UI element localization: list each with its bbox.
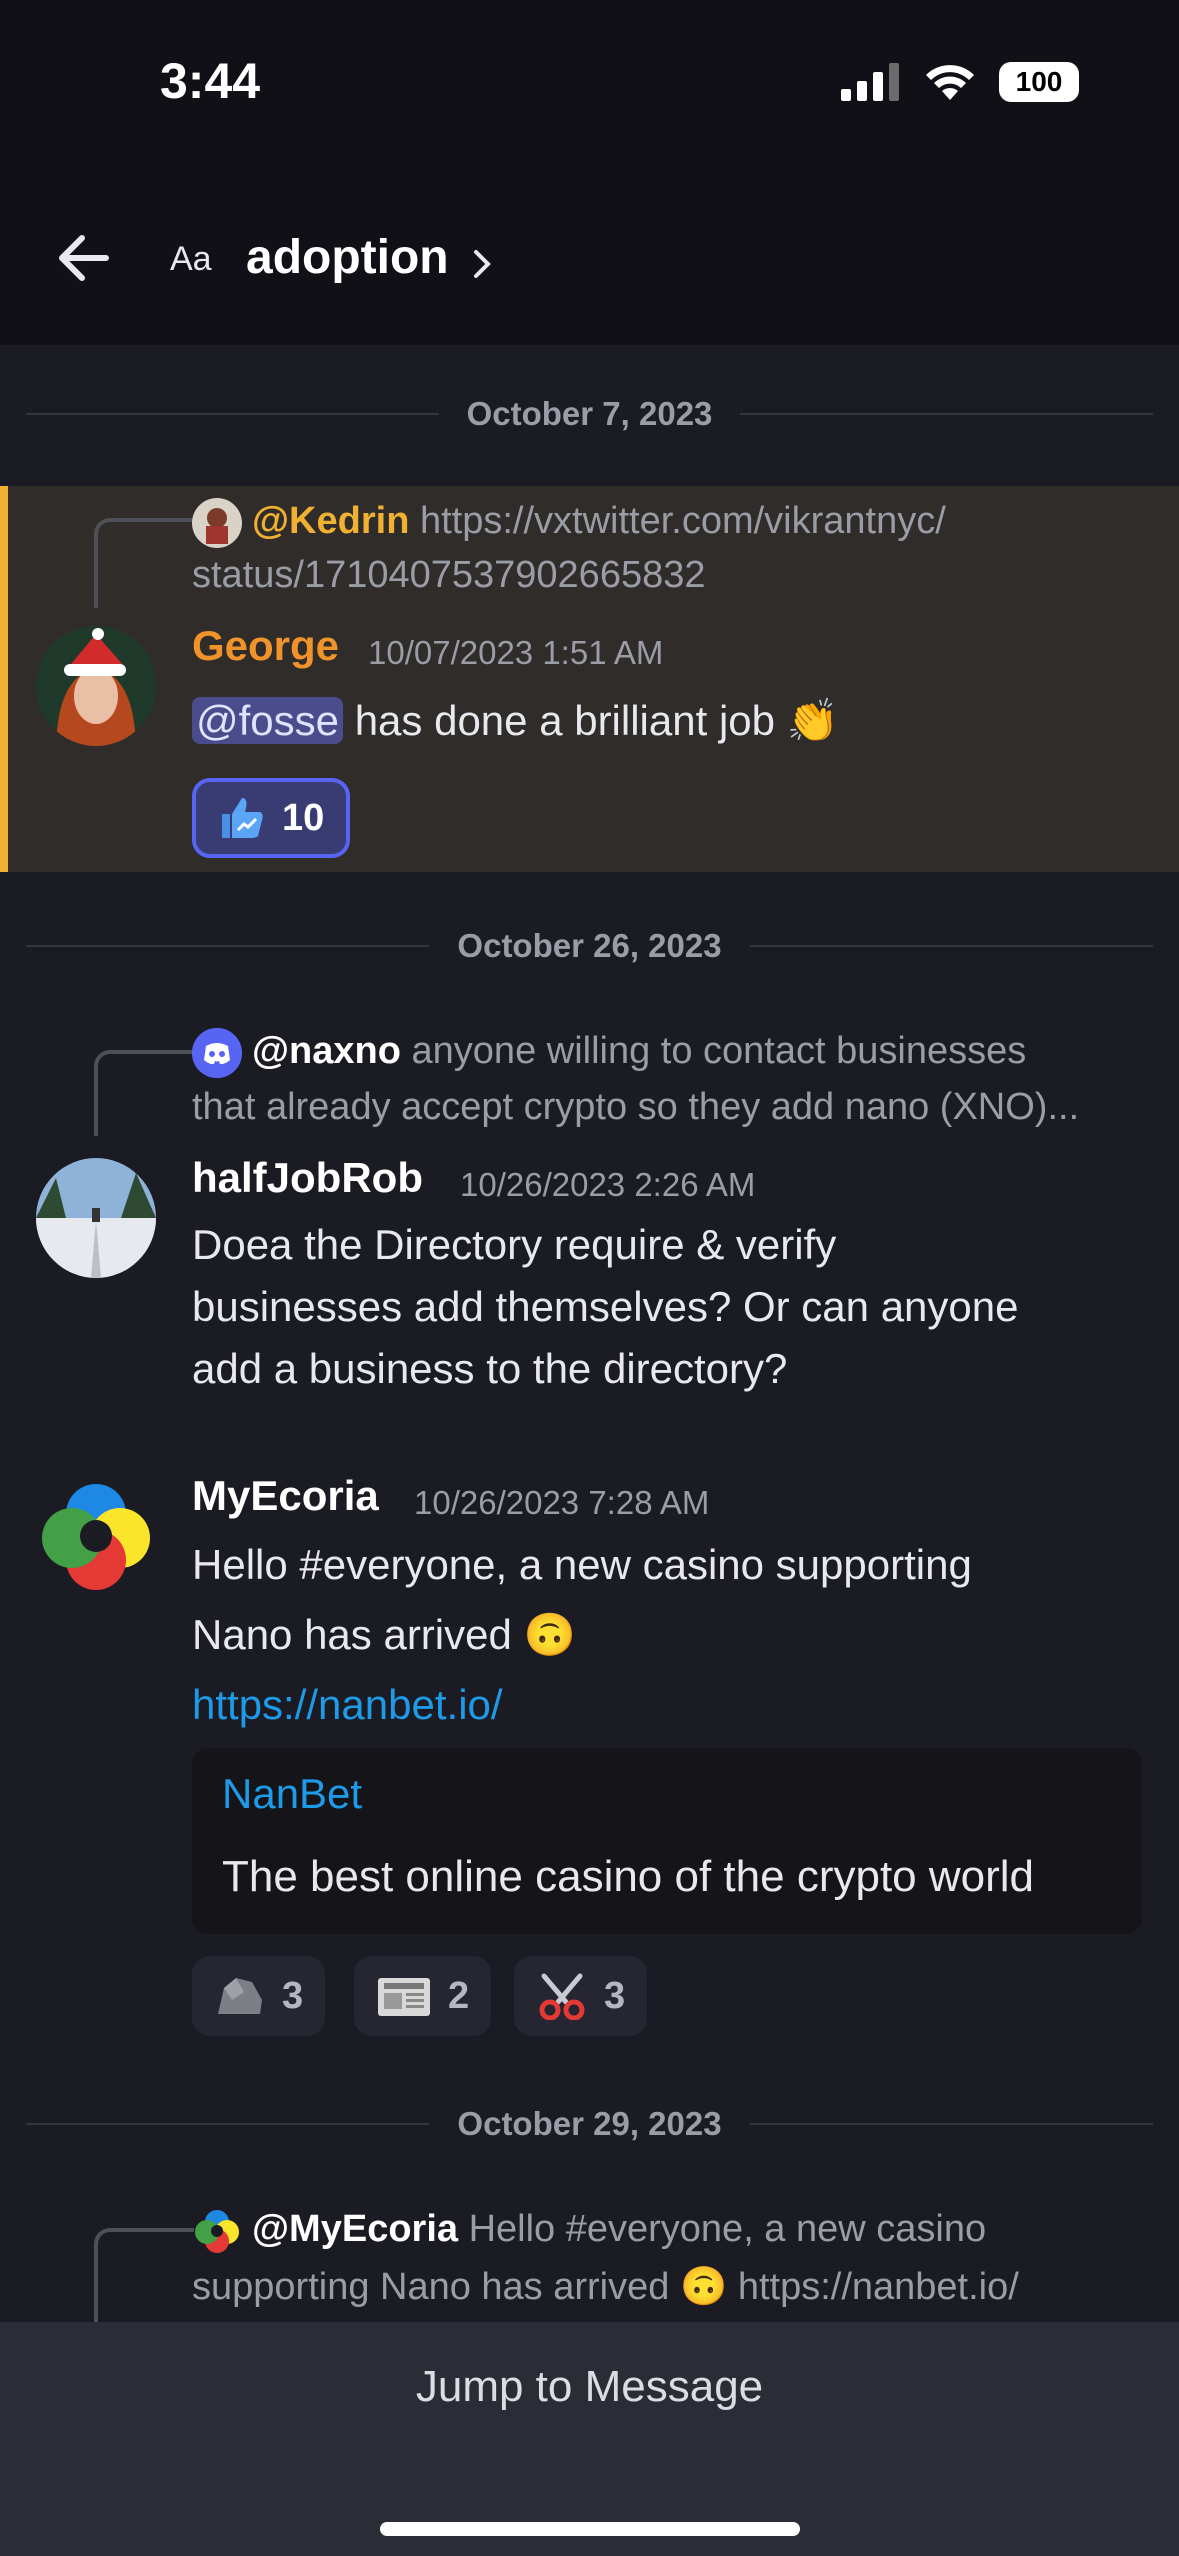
message-line: add a business to the directory? [192,1345,788,1392]
battery-indicator: 100 [999,62,1079,102]
reply-author: @Kedrin [252,500,410,542]
embed-title[interactable]: NanBet [222,1770,362,1818]
kedrin-avatar [192,497,242,548]
rock-icon [218,1978,262,2014]
message-line: Nano has arrived 🙃 [192,1611,576,1658]
date-label: October 26, 2023 [457,927,722,964]
reply-text-continued: that already accept crypto so they add n… [192,1086,1080,1128]
text-channel-icon: Aa [170,240,212,278]
date-label: October 7, 2023 [466,395,713,432]
top-bar: 3:44 100 Aa adoption [0,0,1179,345]
george-avatar[interactable] [36,626,156,746]
user-mention[interactable]: @fosse [192,697,344,744]
reaction-count: 2 [448,1974,470,2017]
reaction-scissors[interactable]: 3 [514,1956,648,2036]
home-indicator[interactable] [380,2522,800,2536]
reply-author: @naxno [252,1030,401,1072]
reply-preview[interactable]: @MyEcoria Hello #everyone, a new casino [192,2202,986,2256]
reply-preview[interactable]: @naxno anyone willing to contact busines… [192,1024,1026,1078]
message-line: Hello #everyone, a new casino supporting [192,1541,972,1588]
message-timestamp: 10/26/2023 2:26 AM [460,1166,756,1203]
wifi-icon [926,65,974,100]
halfjobrob-avatar[interactable] [36,1158,156,1278]
link-embed[interactable]: NanBet The best online casino of the cry… [192,1748,1142,1934]
reaction-count: 3 [282,1974,304,2017]
newspaper-icon [378,1978,430,2016]
reply-text: Hello #everyone, a new casino [468,2208,987,2250]
myecoria-small-avatar [192,2206,242,2256]
jump-to-message-button[interactable]: Jump to Message [0,2362,1179,2412]
reply-text-continued: status/1710407537902665832 [192,554,706,596]
message-content: Doea the Directory require & verify busi… [192,1214,1019,1400]
discord-icon [192,1027,242,1078]
reaction-thumbs-up[interactable]: 10 [192,778,351,858]
reaction-rock[interactable]: 3 [192,1956,326,2036]
reaction-count: 3 [604,1974,626,2017]
myecoria-avatar[interactable] [36,1476,156,1596]
status-time: 3:44 [160,53,261,109]
scissors-icon [539,1973,585,2020]
reply-text: https://vxtwitter.com/vikrantnyc/ [419,500,946,542]
message-line: businesses add themselves? Or can anyone [192,1283,1019,1330]
message-link[interactable]: https://nanbet.io/ [192,1670,972,1740]
jump-bar: Jump to Message [0,2322,1179,2556]
message-content: @fosse has done a brilliant job 👏 [192,690,839,752]
chevron-right-icon[interactable] [470,244,496,284]
channel-title[interactable]: adoption [246,230,449,285]
message-line: Doea the Directory require & verify [192,1221,837,1268]
date-separator: October 7, 2023 [26,394,1154,434]
reply-text-continued: supporting Nano has arrived 🙃 https://na… [192,2266,1019,2308]
embed-description: The best online casino of the crypto wor… [222,1852,1035,1901]
message-author[interactable]: MyEcoria [192,1472,379,1520]
reply-connector [94,1050,194,1136]
message-timestamp: 10/07/2023 1:51 AM [368,634,664,671]
reply-connector [94,518,194,608]
date-separator: October 29, 2023 [26,2104,1153,2144]
reaction-count: 10 [282,796,325,839]
channel-header: Aa adoption [0,220,1179,300]
signal-icon [841,63,899,101]
reply-author: @MyEcoria [252,2208,459,2250]
status-icons: 100 [841,62,1079,102]
message-author[interactable]: George [192,622,339,670]
thumbs-up-icon [222,798,263,838]
reply-preview[interactable]: @Kedrin https://vxtwitter.com/vikrantnyc… [192,494,946,548]
reply-connector [94,2228,194,2328]
date-label: October 29, 2023 [457,2105,722,2142]
message-timestamp: 10/26/2023 7:28 AM [414,1484,710,1521]
message-text: has done a brilliant job 👏 [343,697,839,744]
reply-text: anyone willing to contact businesses [411,1030,1027,1072]
message-author[interactable]: halfJobRob [192,1154,423,1202]
date-separator: October 26, 2023 [26,926,1153,966]
message-content: Hello #everyone, a new casino supporting… [192,1530,972,1740]
reaction-newspaper[interactable]: 2 [354,1956,492,2036]
back-arrow-icon[interactable] [52,226,116,290]
